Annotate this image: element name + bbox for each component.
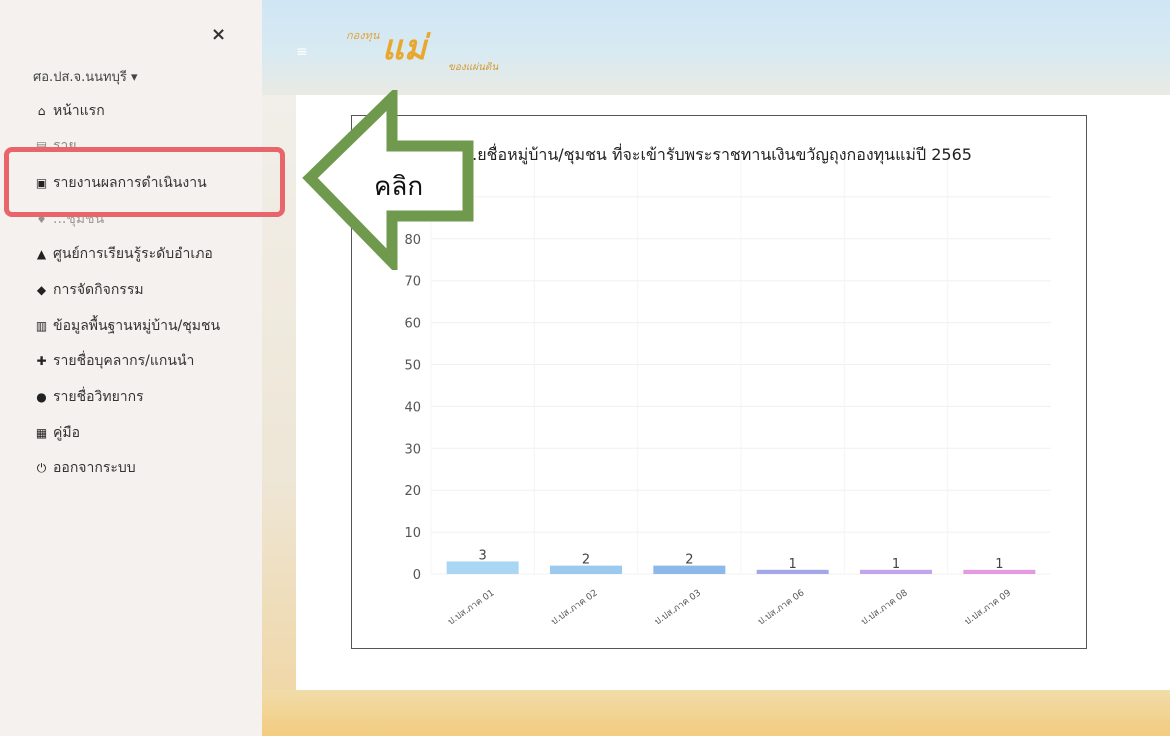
logo-text-bottom: ของแผ่นดิน <box>448 62 499 73</box>
sidebar-item-manual[interactable]: ▦ คู่มือ <box>33 422 80 444</box>
y-tick-label: 30 <box>404 442 421 457</box>
sidebar-item-label: ข้อมูลพื้นฐานหมู่บ้าน/ชุมชน <box>53 318 221 334</box>
hamburger-icon[interactable]: ≡ <box>296 44 308 60</box>
learning-center-icon: ▲ <box>36 247 47 261</box>
sidebar-item-home[interactable]: ⌂ หน้าแรก <box>33 100 105 122</box>
sidebar-item-label: รายชื่อวิทยากร <box>53 389 144 405</box>
building-icon: ▥ <box>35 319 48 333</box>
chart-title: ...ยชื่อหมู่บ้าน/ชุมชน ที่จะเข้ารับพระรา… <box>462 145 972 164</box>
activity-icon: ◆ <box>36 283 47 297</box>
data-label: 1 <box>892 557 900 572</box>
y-tick-label: 60 <box>404 317 421 332</box>
x-tick-label: ป.ปส.ภาค 01 <box>446 588 496 627</box>
sidebar-item-learning-center[interactable]: ▲ ศูนย์การเรียนรู้ระดับอำเภอ <box>33 243 213 265</box>
manual-icon: ▦ <box>35 426 48 440</box>
x-tick-label: ป.ปส.ภาค 09 <box>963 588 1013 627</box>
y-tick-label: 20 <box>404 484 421 499</box>
microphone-icon: ● <box>36 390 47 404</box>
x-tick-label: ป.ปส.ภาค 03 <box>653 588 703 627</box>
data-label: 3 <box>479 548 487 563</box>
sidebar-item-label: ออกจากระบบ <box>53 460 136 476</box>
close-icon[interactable]: × <box>211 26 226 44</box>
add-user-icon: ✚ <box>36 354 47 368</box>
y-tick-label: 70 <box>404 275 421 290</box>
site-logo[interactable]: กองทุน แม่ ของแผ่นดิน <box>340 20 530 82</box>
y-tick-label: 10 <box>404 526 421 541</box>
highlight-box <box>4 147 285 217</box>
sidebar-item-speakers[interactable]: ● รายชื่อวิทยากร <box>33 386 144 408</box>
sidebar: × ศอ.ปส.จ.นนทบุรี ▾ ⌂ หน้าแรก ▤ ราย... ▣… <box>0 0 262 736</box>
click-label: คลิก <box>374 172 424 202</box>
y-tick-label: 50 <box>404 359 421 374</box>
y-tick-label: 40 <box>404 400 421 415</box>
sidebar-item-label: หน้าแรก <box>53 103 105 119</box>
sidebar-item-label: รายชื่อบุคลากร/แกนนำ <box>53 353 195 369</box>
x-tick-label: ป.ปส.ภาค 06 <box>756 588 806 627</box>
footer-band <box>262 690 1170 736</box>
sidebar-item-label: คู่มือ <box>53 425 81 441</box>
sidebar-item-logout[interactable]: ⏻ ออกจากระบบ <box>33 457 136 479</box>
x-tick-label: ป.ปส.ภาค 08 <box>860 588 910 627</box>
sidebar-item-personnel[interactable]: ✚ รายชื่อบุคลากร/แกนนำ <box>33 350 194 372</box>
y-tick-label: 0 <box>413 568 421 583</box>
sidebar-item-label: การจัดกิจกรรม <box>53 282 144 298</box>
home-icon: ⌂ <box>37 104 46 118</box>
data-label: 2 <box>685 553 693 568</box>
user-menu-dropdown[interactable]: ศอ.ปส.จ.นนทบุรี ▾ <box>33 66 138 87</box>
data-label: 2 <box>582 553 590 568</box>
sidebar-item-village-data[interactable]: ▥ ข้อมูลพื้นฐานหมู่บ้าน/ชุมชน <box>33 315 220 337</box>
data-label: 1 <box>789 557 797 572</box>
x-tick-label: ป.ปส.ภาค 02 <box>550 588 600 627</box>
logo-text-top: กองทุน <box>346 29 380 42</box>
power-icon: ⏻ <box>36 460 47 475</box>
data-label: 1 <box>995 557 1003 572</box>
sidebar-item-label: ศูนย์การเรียนรู้ระดับอำเภอ <box>53 246 213 262</box>
logo-text-main: แม่ <box>382 28 427 68</box>
sidebar-item-activities[interactable]: ◆ การจัดกิจกรรม <box>33 279 144 301</box>
